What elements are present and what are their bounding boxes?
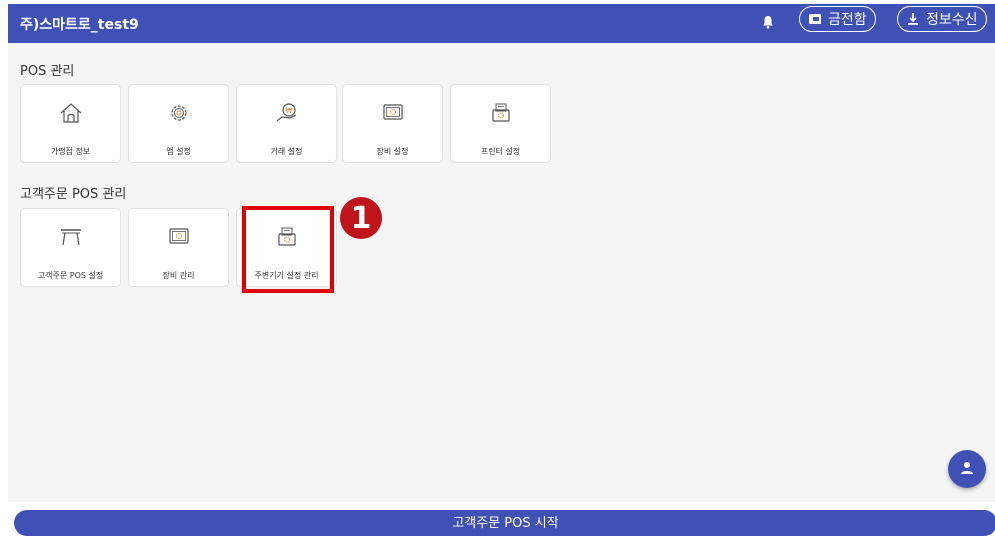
card-label: 가맹점 정보 bbox=[50, 147, 91, 156]
house-icon bbox=[60, 103, 81, 123]
printer-gear-icon bbox=[491, 103, 510, 122]
card-label: 거래 설정 bbox=[270, 147, 303, 156]
user-fab-button[interactable] bbox=[948, 450, 986, 488]
cash-drawer-label: 금전함 bbox=[828, 12, 867, 28]
receive-info-button[interactable]: 정보수신 bbox=[897, 6, 987, 32]
step-number-badge: 1 bbox=[340, 197, 382, 239]
card-label: 프린터 설정 bbox=[480, 147, 521, 156]
download-icon bbox=[908, 13, 918, 25]
person-icon bbox=[961, 462, 973, 474]
section-title-customer-order-pos: 고객주문 POS 관리 bbox=[20, 187, 127, 202]
table-icon bbox=[60, 229, 81, 246]
card-label: 장비 설정 bbox=[376, 147, 409, 156]
card-label: 앱 설정 bbox=[166, 147, 191, 156]
card-app-settings[interactable]: 앱 설정 bbox=[128, 84, 229, 163]
card-customer-order-pos-settings[interactable]: 고객주문 POS 설정 bbox=[20, 208, 121, 287]
bell-icon[interactable] bbox=[762, 15, 774, 29]
section-title-pos-management: POS 관리 bbox=[20, 64, 75, 79]
start-customer-order-pos-button[interactable]: 고객주문 POS 시작 bbox=[14, 510, 995, 536]
won-hand-icon: ₩ bbox=[276, 103, 296, 122]
card-label: 고객주문 POS 설정 bbox=[37, 271, 104, 280]
store-title: 주)스마트로_test9 bbox=[20, 17, 139, 33]
card-device-management[interactable]: 장비 관리 bbox=[128, 208, 229, 287]
gear-icon bbox=[170, 105, 187, 121]
card-device-settings[interactable]: 장비 설정 bbox=[342, 84, 443, 163]
cash-drawer-button[interactable]: 금전함 bbox=[799, 6, 876, 32]
monitor-gear-icon bbox=[382, 104, 403, 120]
card-printer-settings[interactable]: 프린터 설정 bbox=[450, 84, 551, 163]
card-transaction-settings[interactable]: ₩ 거래 설정 bbox=[236, 84, 337, 163]
highlight-box bbox=[242, 206, 334, 293]
cash-drawer-icon bbox=[809, 14, 821, 24]
monitor-gear-icon bbox=[168, 228, 189, 244]
svg-text:₩: ₩ bbox=[285, 107, 292, 115]
card-store-info[interactable]: 가맹점 정보 bbox=[20, 84, 121, 163]
receive-info-label: 정보수신 bbox=[926, 12, 978, 28]
card-label: 장비 관리 bbox=[162, 271, 195, 280]
